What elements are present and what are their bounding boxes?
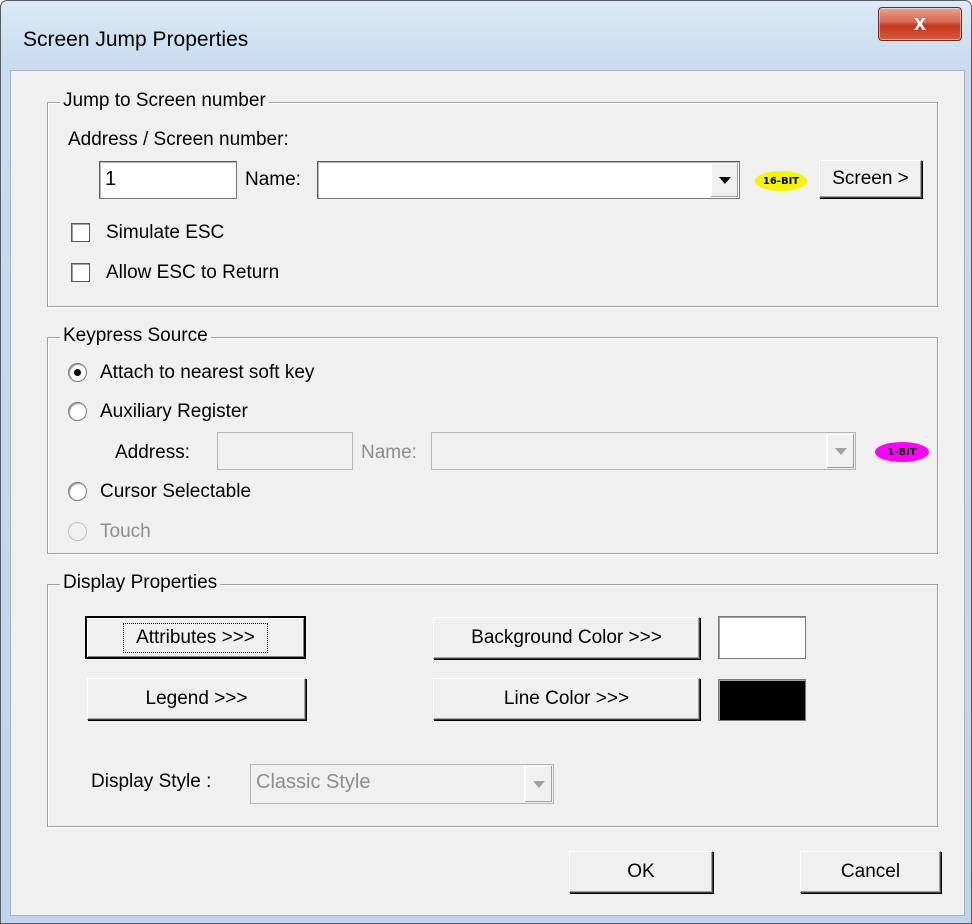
aux-address-input[interactable] — [217, 432, 353, 470]
simulate-esc-label: Simulate ESC — [106, 222, 225, 243]
address-screen-number-label: Address / Screen number: — [68, 129, 289, 150]
16bit-badge-label: 16-BIT — [762, 175, 800, 187]
dialog-window: Screen Jump Properties x Jump to Screen … — [0, 0, 972, 924]
radio-cursor-selectable-label: Cursor Selectable — [100, 481, 252, 502]
line-color-button[interactable]: Line Color >>> — [433, 678, 700, 720]
aux-name-label: Name: — [361, 442, 417, 463]
allow-esc-return-label: Allow ESC to Return — [106, 262, 280, 283]
allow-esc-return-checkbox[interactable] — [71, 263, 90, 282]
screen-number-input[interactable]: 1 — [99, 161, 237, 199]
radio-attach-soft-key[interactable] — [68, 363, 87, 382]
chevron-down-icon[interactable] — [524, 766, 552, 802]
background-color-swatch[interactable] — [718, 616, 806, 659]
radio-auxiliary-register[interactable] — [68, 402, 87, 421]
radio-touch[interactable] — [68, 522, 87, 541]
aux-address-label: Address: — [115, 442, 190, 463]
radio-cursor-selectable[interactable] — [68, 482, 87, 501]
display-style-dropdown[interactable]: Classic Style — [250, 764, 554, 804]
display-style-label: Display Style : — [91, 771, 212, 792]
16bit-badge: 16-BIT — [755, 171, 807, 191]
close-icon: x — [913, 10, 927, 35]
display-group-legend: Display Properties — [60, 572, 221, 594]
1bit-badge: 1-BIT — [875, 442, 929, 462]
attributes-button[interactable]: Attributes >>> — [85, 616, 306, 659]
radio-attach-soft-key-label: Attach to nearest soft key — [100, 362, 315, 383]
jump-group-legend: Jump to Screen number — [60, 90, 269, 112]
display-style-value: Classic Style — [256, 771, 371, 793]
name-label: Name: — [245, 169, 301, 190]
background-color-button[interactable]: Background Color >>> — [433, 617, 700, 659]
legend-button[interactable]: Legend >>> — [87, 678, 306, 720]
ok-button[interactable]: OK — [569, 851, 713, 893]
radio-touch-label: Touch — [100, 521, 151, 542]
keypress-group-legend: Keypress Source — [60, 325, 211, 347]
cancel-button[interactable]: Cancel — [800, 851, 941, 893]
line-color-swatch[interactable] — [718, 679, 806, 721]
screen-name-dropdown[interactable] — [317, 161, 740, 199]
close-button[interactable]: x — [878, 7, 962, 41]
1bit-badge-label: 1-BIT — [887, 446, 917, 458]
attributes-button-label: Attributes >>> — [123, 622, 268, 653]
radio-auxiliary-register-label: Auxiliary Register — [100, 401, 248, 422]
chevron-down-icon[interactable] — [710, 163, 738, 197]
screen-button[interactable]: Screen > — [819, 160, 922, 198]
chevron-down-icon[interactable] — [826, 434, 854, 468]
aux-name-dropdown[interactable] — [431, 432, 856, 470]
simulate-esc-checkbox[interactable] — [71, 223, 90, 242]
dialog-title: Screen Jump Properties — [23, 28, 249, 51]
dialog-client-area: Jump to Screen number Address / Screen n… — [10, 70, 965, 916]
